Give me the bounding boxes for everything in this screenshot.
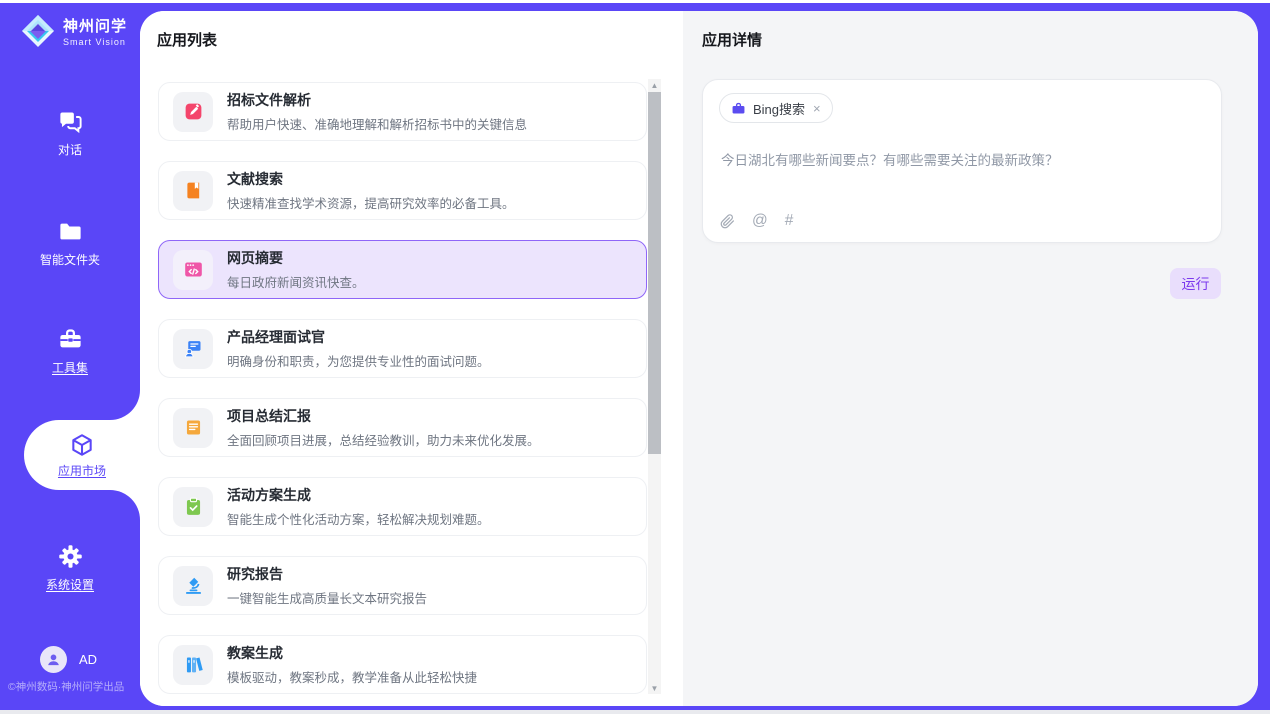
- app-card-desc: 明确身份和职责，为您提供专业性的面试问题。: [227, 351, 490, 370]
- brand-name: 神州问学: [63, 15, 127, 36]
- edit-icon: [173, 92, 213, 132]
- app-card-desc: 模板驱动，教案秒成，教学准备从此轻松快捷: [227, 667, 477, 686]
- sidebar-item-settings[interactable]: 系统设置: [0, 543, 140, 593]
- sidebar-item-label: 工具集: [52, 359, 88, 376]
- briefcase-icon: [731, 101, 746, 116]
- app-card[interactable]: 研究报告一键智能生成高质量长文本研究报告: [158, 556, 647, 615]
- books-icon: [173, 645, 213, 685]
- app-list-panel: 应用列表 招标文件解析帮助用户快速、准确地理解和解析招标书中的关键信息文献搜索快…: [140, 11, 683, 706]
- app-card-title: 教案生成: [227, 643, 477, 663]
- paperclip-icon[interactable]: [720, 214, 735, 229]
- scroll-up-icon[interactable]: ▲: [648, 79, 661, 91]
- tool-tag-bing-search[interactable]: Bing搜索 ×: [719, 93, 833, 123]
- clipboard-check-icon: [173, 487, 213, 527]
- tool-tag-label: Bing搜索: [753, 99, 805, 118]
- app-card-desc: 全面回顾项目进展，总结经验教训，助力未来优化发展。: [227, 430, 540, 449]
- note-icon: [173, 408, 213, 448]
- page-bottom-edge: [0, 710, 1270, 714]
- app-card-title: 研究报告: [227, 564, 427, 584]
- app-card[interactable]: 网页摘要每日政府新闻资讯快查。: [158, 240, 647, 299]
- content-area: 应用列表 招标文件解析帮助用户快速、准确地理解和解析招标书中的关键信息文献搜索快…: [140, 11, 1258, 706]
- brand: 神州问学 Smart Vision: [20, 13, 127, 49]
- at-icon[interactable]: @: [752, 212, 768, 230]
- sidebar-item-label: 对话: [58, 141, 82, 158]
- avatar: [40, 646, 67, 673]
- brand-tagline: Smart Vision: [63, 37, 127, 47]
- app-card-title: 产品经理面试官: [227, 327, 490, 347]
- app-card-title: 项目总结汇报: [227, 406, 540, 426]
- close-icon[interactable]: ×: [813, 102, 821, 115]
- person-icon: [45, 651, 62, 668]
- app-card[interactable]: 教案生成模板驱动，教案秒成，教学准备从此轻松快捷: [158, 635, 647, 694]
- sidebar-item-chat[interactable]: 对话: [0, 108, 140, 158]
- folder-icon: [57, 218, 84, 245]
- app-card-title: 文献搜索: [227, 169, 515, 189]
- sidebar-item-label: 应用市场: [58, 462, 106, 479]
- user-initials: AD: [79, 652, 97, 667]
- sidebar-item-label: 智能文件夹: [40, 251, 100, 268]
- scrollbar[interactable]: ▲ ▼: [648, 79, 661, 694]
- app-card[interactable]: 活动方案生成智能生成个性化活动方案，轻松解决规划难题。: [158, 477, 647, 536]
- cube-icon: [69, 432, 95, 458]
- app-card[interactable]: 文献搜索快速精准查找学术资源，提高研究效率的必备工具。: [158, 161, 647, 220]
- app-card-title: 招标文件解析: [227, 90, 527, 110]
- gem-diamond-icon: [20, 13, 56, 49]
- app-card-desc: 一键智能生成高质量长文本研究报告: [227, 588, 427, 607]
- microscope-icon: [173, 566, 213, 606]
- app-card-desc: 帮助用户快速、准确地理解和解析招标书中的关键信息: [227, 114, 527, 133]
- copyright-footer: ©神州数码·神州问学出品: [8, 679, 124, 694]
- toolbox-icon: [57, 326, 84, 353]
- prompt-text[interactable]: 今日湖北有哪些新闻要点？有哪些需要关注的最新政策？: [721, 149, 1203, 169]
- app-card-title: 活动方案生成: [227, 485, 490, 505]
- prompt-card[interactable]: Bing搜索 × 今日湖北有哪些新闻要点？有哪些需要关注的最新政策？ @ #: [702, 79, 1222, 243]
- input-toolbar: @ #: [720, 212, 793, 230]
- app-card-desc: 智能生成个性化活动方案，轻松解决规划难题。: [227, 509, 490, 528]
- app-card-desc: 快速精准查找学术资源，提高研究效率的必备工具。: [227, 193, 515, 212]
- app-card[interactable]: 项目总结汇报全面回顾项目进展，总结经验教训，助力未来优化发展。: [158, 398, 647, 457]
- interview-icon: [173, 329, 213, 369]
- sidebar-item-toolset[interactable]: 工具集: [0, 326, 140, 376]
- scroll-down-icon[interactable]: ▼: [648, 682, 661, 694]
- sidebar-item-label: 系统设置: [46, 576, 94, 593]
- user-row[interactable]: AD: [40, 646, 97, 673]
- app-card-desc: 每日政府新闻资讯快查。: [227, 272, 365, 291]
- scrollbar-thumb[interactable]: [648, 92, 661, 454]
- app-detail-panel: 应用详情 Bing搜索 × 今日湖北有哪些新闻要点？有哪些需要关注的最新政策？ …: [683, 11, 1258, 706]
- sidebar-item-app-market[interactable]: 应用市场: [24, 420, 140, 490]
- sidebar-item-smart-folder[interactable]: 智能文件夹: [0, 218, 140, 268]
- run-button[interactable]: 运行: [1170, 268, 1221, 299]
- app-list-title: 应用列表: [157, 29, 217, 50]
- book-icon: [173, 171, 213, 211]
- app-detail-title: 应用详情: [702, 29, 762, 50]
- hash-icon[interactable]: #: [785, 212, 794, 230]
- app-card[interactable]: 招标文件解析帮助用户快速、准确地理解和解析招标书中的关键信息: [158, 82, 647, 141]
- gear-icon: [57, 543, 84, 570]
- app-card[interactable]: 产品经理面试官明确身份和职责，为您提供专业性的面试问题。: [158, 319, 647, 378]
- chat-icon: [57, 108, 84, 135]
- sidebar: 神州问学 Smart Vision 对话 智能文件夹 工具集: [0, 0, 140, 714]
- app-card-title: 网页摘要: [227, 248, 365, 268]
- browser-code-icon: [173, 250, 213, 290]
- app-card-list: 招标文件解析帮助用户快速、准确地理解和解析招标书中的关键信息文献搜索快速精准查找…: [158, 82, 647, 706]
